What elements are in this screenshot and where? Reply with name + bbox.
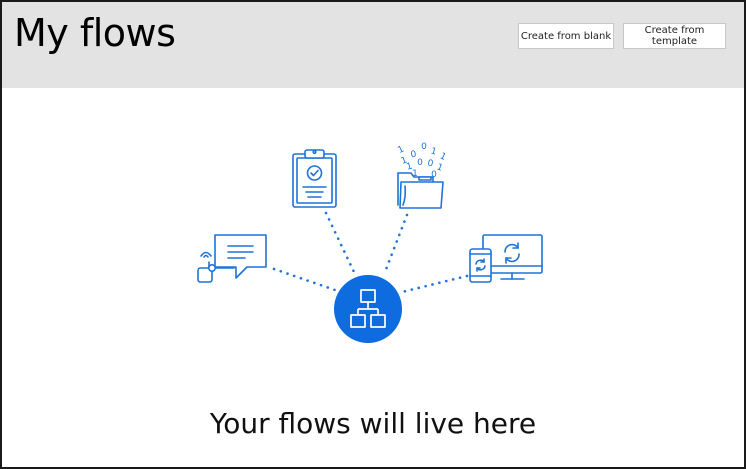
svg-text:1: 1 [396,144,405,155]
binary-digits: 1 0 0 1 1 1 0 0 1 1 0 1 [396,142,447,180]
devices-sync-icon [469,234,543,283]
app-window: My flows Create from blank Create from t… [0,0,746,469]
empty-state-illustration: 1 0 0 1 1 1 0 0 1 1 0 1 [197,142,543,343]
svg-text:0: 0 [431,170,437,180]
chat-notification-icon [197,234,267,283]
flow-hub-icon [334,275,402,343]
empty-state-title: Your flows will live here [209,407,537,440]
svg-text:1: 1 [429,146,437,157]
svg-text:0: 0 [421,142,427,152]
svg-text:0: 0 [417,158,423,168]
svg-text:1: 1 [438,151,447,162]
clipboard-approval-icon [292,149,337,208]
svg-text:1: 1 [412,169,418,179]
svg-text:0: 0 [427,159,435,170]
